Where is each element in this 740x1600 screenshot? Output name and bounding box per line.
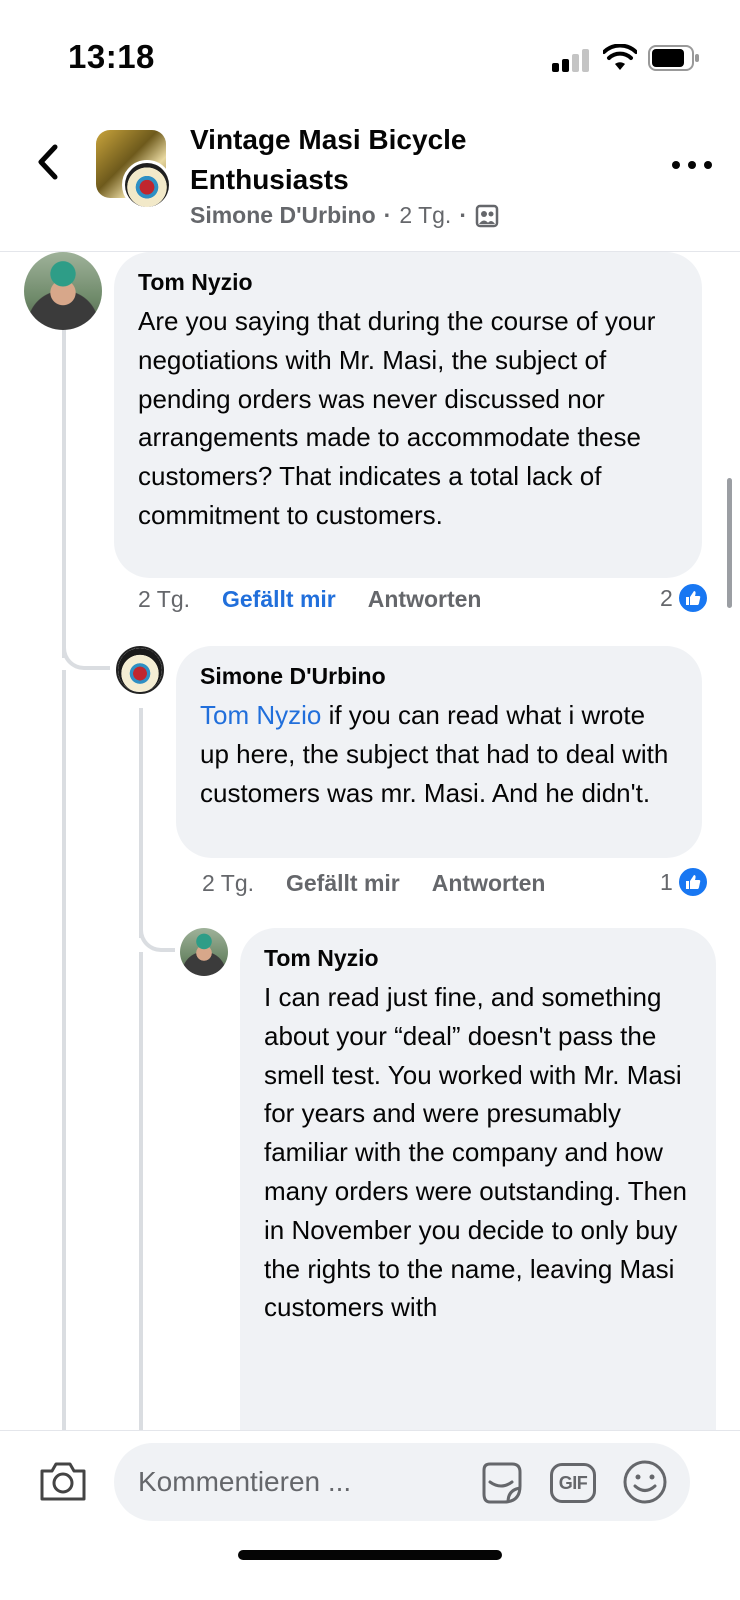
comment-thread[interactable]: Tom Nyzio Are you saying that during the… <box>0 252 740 1430</box>
comment-author[interactable]: Tom Nyzio <box>138 266 678 298</box>
thread-line <box>62 328 66 658</box>
comment-input-container[interactable]: GIF <box>114 1443 690 1521</box>
mention-link[interactable]: Tom Nyzio <box>200 700 321 730</box>
status-time: 13:18 <box>68 38 155 75</box>
cellular-signal-icon <box>552 48 592 72</box>
chevron-left-icon <box>38 144 58 180</box>
post-age[interactable]: 2 Tg. <box>399 202 451 229</box>
comment-text: Are you saying that during the course of… <box>138 306 656 530</box>
reaction-count: 2 <box>660 584 673 611</box>
wifi-icon <box>603 44 637 70</box>
comment-actions: 2 Tg. Gefällt mir Antworten <box>202 870 545 897</box>
group-name[interactable]: Vintage Masi Bicycle Enthusiasts <box>190 120 620 200</box>
sticker-icon[interactable] <box>478 1460 524 1506</box>
reaction-count: 1 <box>660 868 673 895</box>
avatar[interactable] <box>116 646 164 694</box>
comment-text: I can read just fine, and something abou… <box>264 982 687 1323</box>
thread-branch <box>62 628 110 670</box>
author-avatar-badge <box>122 160 172 210</box>
post-author[interactable]: Simone D'Urbino <box>190 202 376 229</box>
reaction-summary[interactable]: 1 <box>660 866 709 898</box>
thread-line <box>62 670 66 1430</box>
post-meta: Simone D'Urbino · 2 Tg. · <box>190 202 499 229</box>
scrollbar[interactable] <box>727 478 732 608</box>
more-dots-icon <box>672 161 680 169</box>
like-button[interactable]: Gefällt mir <box>222 586 336 613</box>
camera-icon[interactable] <box>38 1459 88 1503</box>
group-audience-icon <box>475 204 499 227</box>
comment-age[interactable]: 2 Tg. <box>202 870 254 897</box>
reply-button[interactable]: Antworten <box>432 870 546 897</box>
comment-text: Tom Nyzio if you can read what i wrote u… <box>200 696 678 812</box>
avatar[interactable] <box>24 252 102 330</box>
thread-line <box>139 708 143 938</box>
comment-input[interactable] <box>138 1443 458 1521</box>
comment-actions: 2 Tg. Gefällt mir Antworten <box>138 586 481 613</box>
thumbs-up-icon <box>676 866 709 898</box>
back-button[interactable] <box>28 138 68 186</box>
post-header: Vintage Masi Bicycle Enthusiasts Simone … <box>0 110 740 252</box>
thread-line <box>139 952 143 1430</box>
comment-age[interactable]: 2 Tg. <box>138 586 190 613</box>
avatar[interactable] <box>180 928 228 976</box>
meta-separator: · <box>383 202 392 228</box>
comment-author[interactable]: Simone D'Urbino <box>200 660 678 692</box>
reply-button[interactable]: Antworten <box>368 586 482 613</box>
gif-icon[interactable]: GIF <box>550 1463 596 1503</box>
comment-bubble[interactable]: Tom Nyzio I can read just fine, and some… <box>240 928 716 1430</box>
comment-author[interactable]: Tom Nyzio <box>264 942 692 974</box>
home-indicator[interactable] <box>238 1550 502 1560</box>
meta-separator: · <box>459 202 467 228</box>
battery-icon <box>648 45 699 71</box>
comment-bubble[interactable]: Simone D'Urbino Tom Nyzio if you can rea… <box>176 646 702 858</box>
more-options-button[interactable] <box>672 150 712 180</box>
reaction-summary[interactable]: 2 <box>660 582 709 614</box>
comment-bubble[interactable]: Tom Nyzio Are you saying that during the… <box>114 252 702 578</box>
thread-branch <box>139 912 175 952</box>
like-button[interactable]: Gefällt mir <box>286 870 400 897</box>
comment-composer: GIF <box>0 1430 740 1600</box>
group-avatar[interactable] <box>96 130 172 210</box>
status-bar: 13:18 <box>0 0 740 110</box>
thumbs-up-icon <box>676 582 709 614</box>
emoji-icon[interactable] <box>622 1459 668 1505</box>
